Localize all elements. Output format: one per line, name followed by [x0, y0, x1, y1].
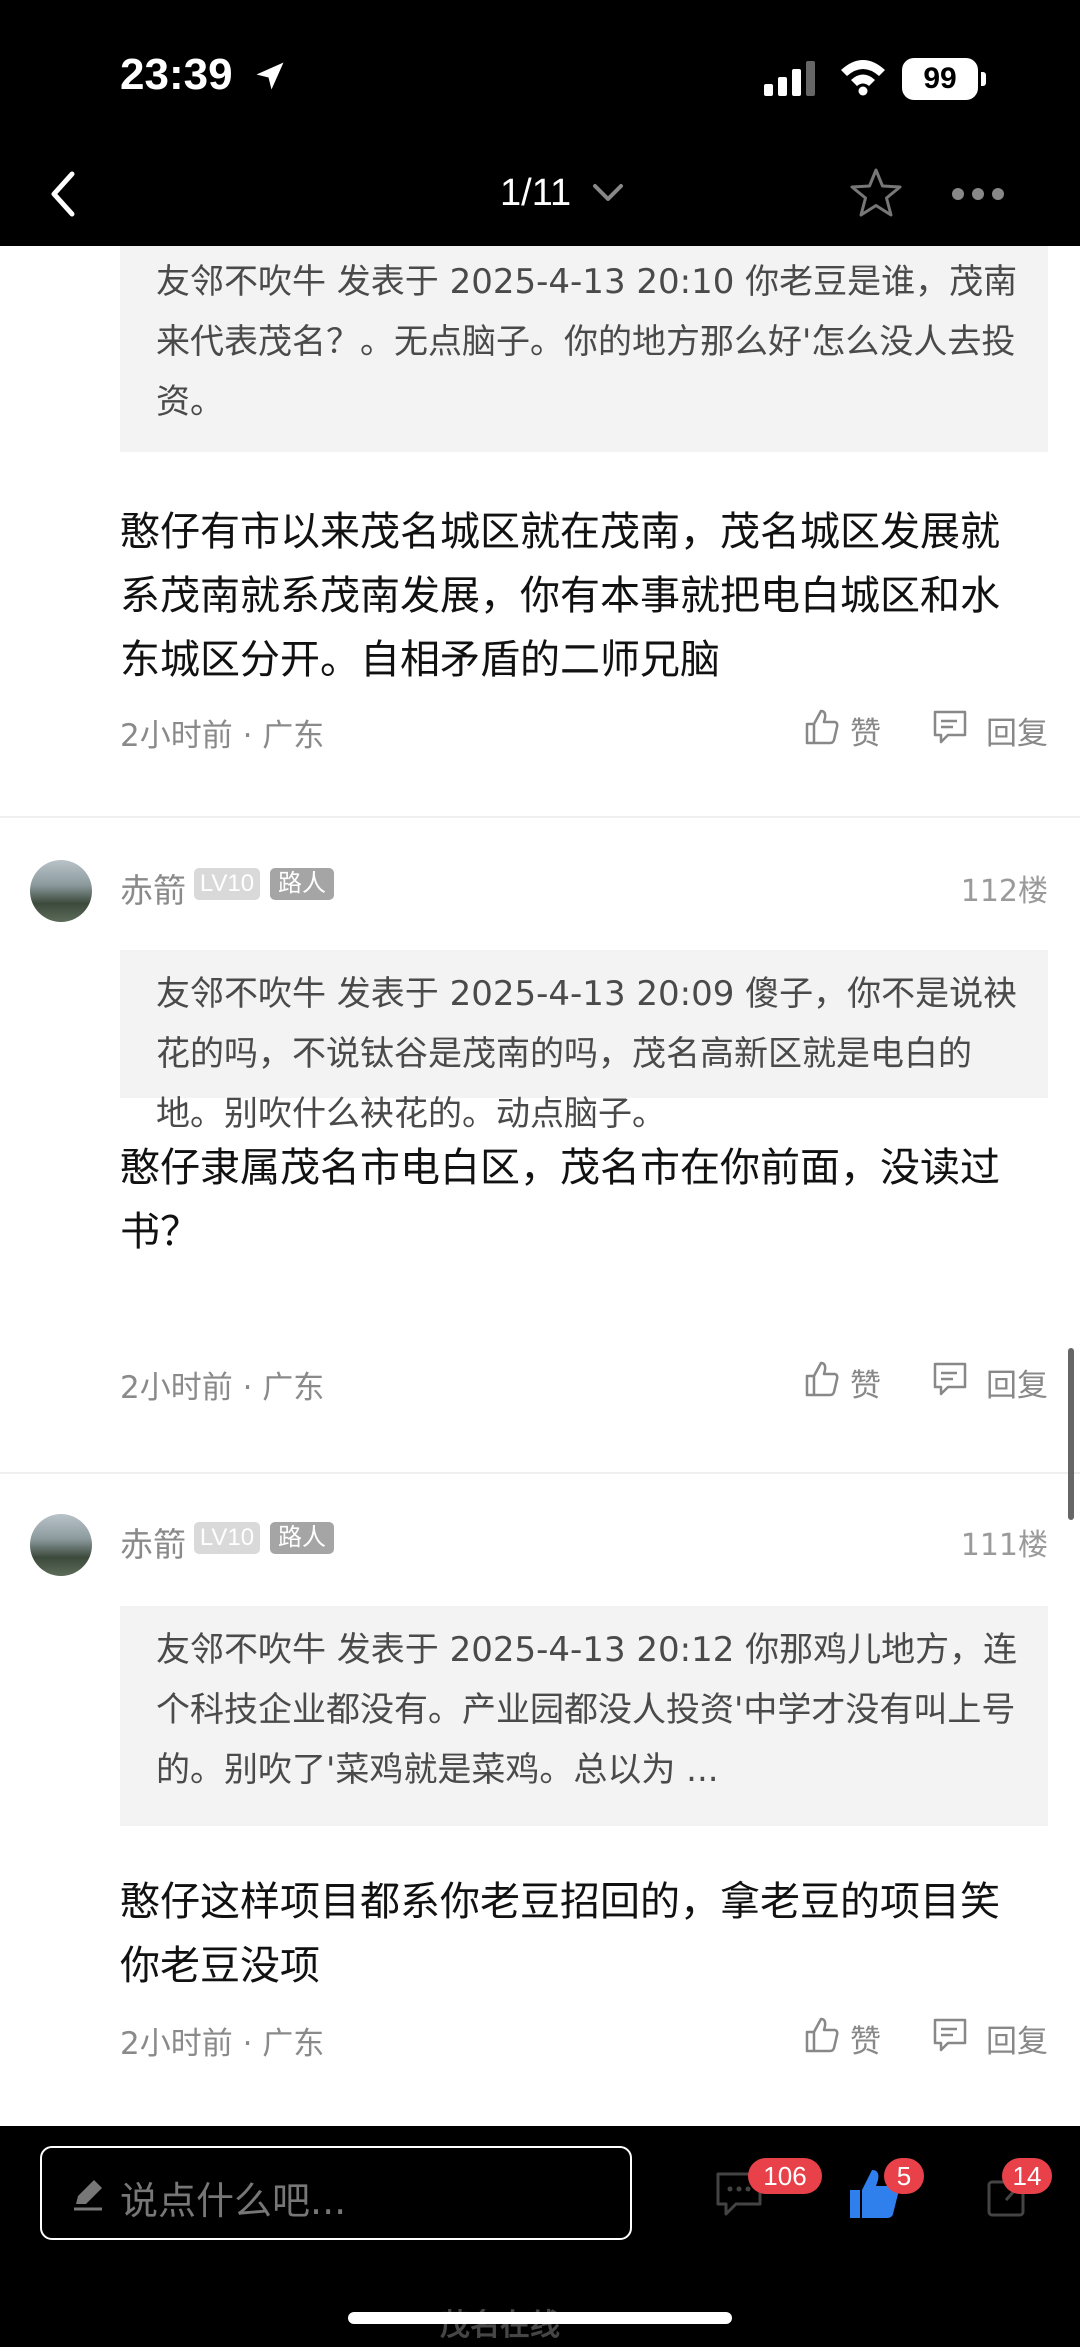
avatar[interactable]	[30, 860, 92, 922]
page-indicator[interactable]: 1/11	[500, 172, 571, 215]
reply-label: 回复	[986, 1368, 1048, 1404]
like-button[interactable]: 赞	[804, 1360, 904, 1404]
reply-button[interactable]: 回复	[932, 1360, 1052, 1404]
like-count-badge: 5	[884, 2158, 924, 2194]
reply-button[interactable]: 回复	[932, 708, 1052, 752]
comment-count-badge: 106	[748, 2158, 822, 2194]
reply-label: 回复	[986, 2024, 1048, 2060]
thumbs-up-icon	[805, 709, 839, 745]
like-label: 赞	[850, 2024, 881, 2060]
username[interactable]: 赤箭	[120, 864, 186, 912]
star-icon[interactable]	[848, 166, 904, 222]
quote-text: 友邻不吹牛 发表于 2025-4-13 20:12 你那鸡儿地方，连个科技企业都…	[156, 1630, 1018, 1790]
back-arrow-icon[interactable]	[40, 164, 90, 224]
share-count-badge: 14	[1002, 2158, 1052, 2194]
reply-bubble-icon	[933, 710, 967, 744]
battery-indicator: 99	[902, 58, 986, 100]
divider	[0, 1472, 1080, 1474]
thumbs-up-icon	[805, 2017, 839, 2053]
reply-bubble-icon	[933, 1362, 967, 1396]
quoted-comment: 友邻不吹牛 发表于 2025-4-13 20:12 你那鸡儿地方，连个科技企业都…	[120, 1606, 1048, 1826]
quoted-comment: 友邻不吹牛 发表于 2025-4-13 20:09 傻子，你不是说袂花的吗，不说…	[120, 950, 1048, 1134]
comment-text: 憨仔这样项目都系你老豆招回的，拿老豆的项目笑你老豆没项	[120, 1879, 1000, 1989]
like-button[interactable]: 赞	[804, 2016, 904, 2060]
like-label: 赞	[850, 716, 881, 752]
comment-meta: 2小时前 · 广东	[120, 2026, 325, 2062]
divider	[0, 816, 1080, 818]
comment-text: 憨仔隶属茂名市电白区，茂名市在你前面，没读过书？	[120, 1145, 1000, 1255]
comment-meta: 2小时前 · 广东	[120, 718, 325, 754]
level-badge: LV10	[194, 868, 260, 900]
comment-input-placeholder: 说点什么吧...	[120, 2179, 347, 2223]
quote-text: 友邻不吹牛 发表于 2025-4-13 20:09 傻子，你不是说袂花的吗，不说…	[156, 974, 1018, 1134]
more-icon[interactable]	[950, 186, 1006, 202]
nav-bar: 1/11	[0, 140, 1080, 246]
pencil-icon	[74, 2180, 102, 2211]
location-arrow-icon	[256, 62, 284, 90]
avatar[interactable]	[30, 1514, 92, 1576]
comment-text: 憨仔有市以来茂名城区就在茂南，茂名城区发展就系茂南就系茂南发展，你有本事就把电白…	[120, 509, 1000, 683]
like-button[interactable]: 赞	[804, 708, 904, 752]
comment-list: 友邻不吹牛 发表于 2025-4-13 20:10 你老豆是谁，茂南来代表茂名？…	[0, 246, 1080, 2126]
status-time: 23:39	[120, 50, 233, 99]
thumbs-up-icon	[805, 1361, 839, 1397]
role-badge: 路人	[270, 1522, 334, 1554]
role-badge: 路人	[270, 868, 334, 900]
chevron-down-icon[interactable]	[592, 182, 624, 204]
scrollbar[interactable]	[1068, 1348, 1074, 1520]
home-indicator[interactable]	[348, 2312, 732, 2324]
quote-text: 友邻不吹牛 发表于 2025-4-13 20:10 你老豆是谁，茂南来代表茂名？…	[156, 262, 1018, 422]
status-bar: 23:39 99	[0, 0, 1080, 140]
like-label: 赞	[850, 1368, 881, 1404]
comment-meta: 2小时前 · 广东	[120, 1370, 325, 1406]
cellular-signal-icon	[764, 61, 815, 96]
floor-number: 112楼	[960, 874, 1048, 909]
reply-bubble-icon	[933, 2018, 967, 2052]
username[interactable]: 赤箭	[120, 1518, 186, 1566]
reply-label: 回复	[986, 716, 1048, 752]
floor-number: 111楼	[960, 1528, 1048, 1563]
comment-input[interactable]: 说点什么吧...	[40, 2146, 632, 2240]
reply-button[interactable]: 回复	[932, 2016, 1052, 2060]
quoted-comment: 友邻不吹牛 发表于 2025-4-13 20:10 你老豆是谁，茂南来代表茂名？…	[120, 246, 1048, 452]
wifi-icon	[841, 60, 885, 96]
level-badge: LV10	[194, 1522, 260, 1554]
